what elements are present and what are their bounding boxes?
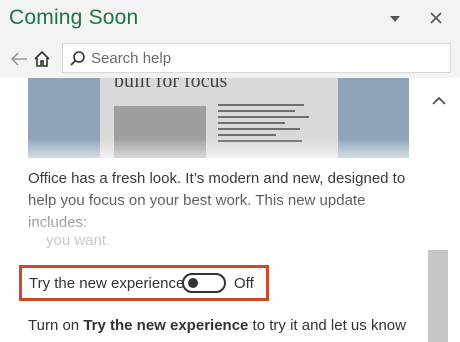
content-pane: built for focus Office has a fresh look.… (0, 78, 422, 342)
toggle-label: Try the new experience (29, 275, 185, 292)
search-icon (69, 50, 87, 68)
search-box[interactable] (62, 43, 451, 73)
pane-title: Coming Soon (9, 6, 139, 29)
chevron-down-icon[interactable] (388, 12, 402, 24)
nav-bar (0, 40, 460, 78)
turn-on-text: Turn on Try the new experience to try it… (28, 317, 406, 334)
turn-on-bold: Try the new experience (83, 317, 249, 334)
faded-text: you want. (46, 232, 111, 249)
preview-heading: built for focus (114, 78, 228, 92)
home-icon[interactable] (33, 50, 51, 68)
search-input[interactable] (91, 48, 441, 68)
new-experience-toggle[interactable] (182, 273, 226, 293)
toggle-knob (188, 278, 198, 288)
scroll-thumb[interactable] (428, 250, 448, 342)
toggle-state: Off (234, 275, 254, 292)
new-experience-toggle-row: Try the new experience Off (19, 265, 269, 301)
back-arrow-icon[interactable] (10, 51, 28, 67)
title-bar: Coming Soon (0, 0, 460, 40)
scroll-up-icon[interactable] (431, 94, 447, 108)
close-icon[interactable] (428, 10, 444, 26)
scrollbar[interactable] (422, 78, 460, 342)
